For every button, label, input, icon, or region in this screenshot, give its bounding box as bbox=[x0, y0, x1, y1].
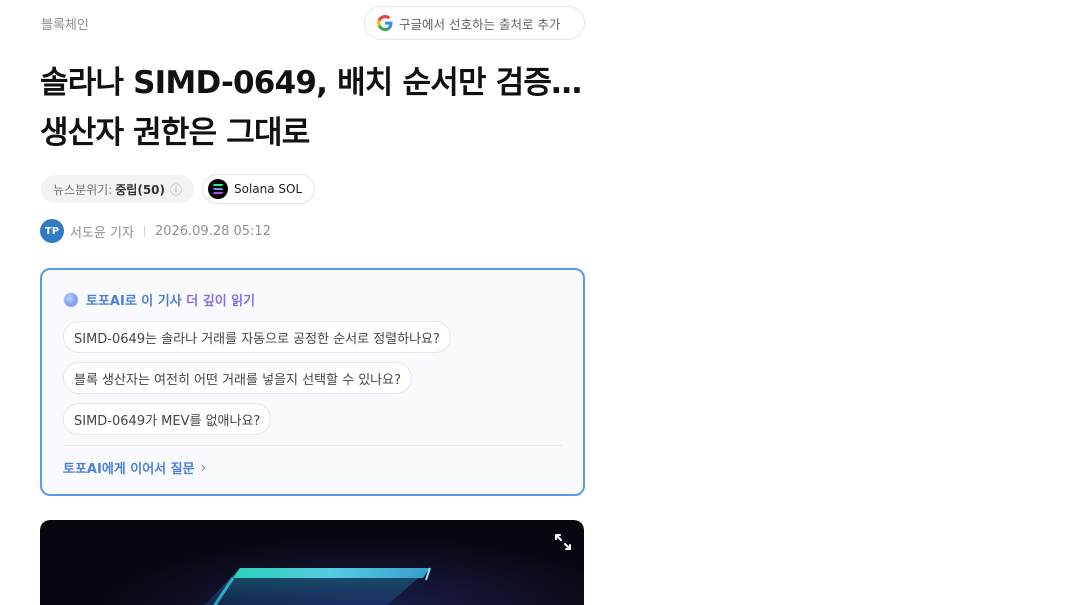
headline-line-2: 생산자 권한은 그대로 bbox=[40, 115, 310, 151]
avatar: TP bbox=[40, 219, 64, 243]
headline-line-1: 솔라나 SIMD-0649, 배치 순서만 검증… bbox=[40, 65, 582, 101]
ai-title-blue: 토포AI로 이 기사 bbox=[86, 294, 187, 309]
byline: TP 서도윤 기자 2026.09.28 05:12 bbox=[40, 219, 271, 243]
mood-label: 뉴스분위기: bbox=[53, 182, 113, 197]
news-mood-chip[interactable]: 뉴스분위기: 중립(50) ⓘ bbox=[41, 175, 195, 203]
ai-question-button[interactable]: 블록 생산자는 여전히 어떤 거래를 넣을지 선택할 수 있나요? bbox=[63, 362, 412, 394]
article-hero-image bbox=[40, 520, 584, 605]
coin-label: Solana SOL bbox=[234, 182, 303, 196]
author-name[interactable]: 서도윤 기자 bbox=[70, 222, 134, 241]
expand-icon[interactable] bbox=[550, 529, 576, 555]
ai-continue-label: 토포AI에게 이어서 질문 bbox=[63, 462, 195, 477]
solana-logo-icon bbox=[208, 179, 229, 199]
hero-illustration bbox=[204, 567, 431, 605]
mood-value: 중립(50) bbox=[115, 182, 165, 197]
ai-title-purple: 더 깊이 읽기 bbox=[186, 294, 256, 309]
article-chips: 뉴스분위기: 중립(50) ⓘ Solana SOL bbox=[41, 174, 316, 204]
ai-question-button[interactable]: SIMD-0649가 MEV를 없애나요? bbox=[63, 403, 272, 435]
byline-divider bbox=[143, 225, 145, 237]
ai-panel-divider bbox=[63, 445, 562, 446]
chevron-right-icon: › bbox=[200, 459, 207, 476]
info-icon[interactable]: ⓘ bbox=[170, 181, 182, 198]
publish-timestamp: 2026.09.28 05:12 bbox=[154, 223, 271, 239]
google-preferred-source-button[interactable]: 구글에서 선호하는 출처로 추가 bbox=[364, 6, 585, 40]
ai-orb-icon bbox=[64, 292, 78, 307]
category-label[interactable]: 블록체인 bbox=[41, 14, 89, 33]
ai-question-button[interactable]: SIMD-0649는 솔라나 거래를 자동으로 공정한 순서로 정렬하나요? bbox=[63, 321, 451, 353]
ai-panel-title: 토포AI로 이 기사 더 깊이 읽기 bbox=[64, 290, 255, 309]
google-g-icon bbox=[377, 15, 393, 31]
ai-read-deeper-panel: 토포AI로 이 기사 더 깊이 읽기 SIMD-0649는 솔라나 거래를 자동… bbox=[40, 268, 585, 496]
article-headline: 솔라나 SIMD-0649, 배치 순서만 검증… 생산자 권한은 그대로 bbox=[40, 58, 600, 158]
coin-tag-solana[interactable]: Solana SOL bbox=[202, 174, 316, 204]
google-pref-label: 구글에서 선호하는 출처로 추가 bbox=[399, 16, 561, 32]
ai-continue-link[interactable]: 토포AI에게 이어서 질문 › bbox=[63, 458, 207, 478]
